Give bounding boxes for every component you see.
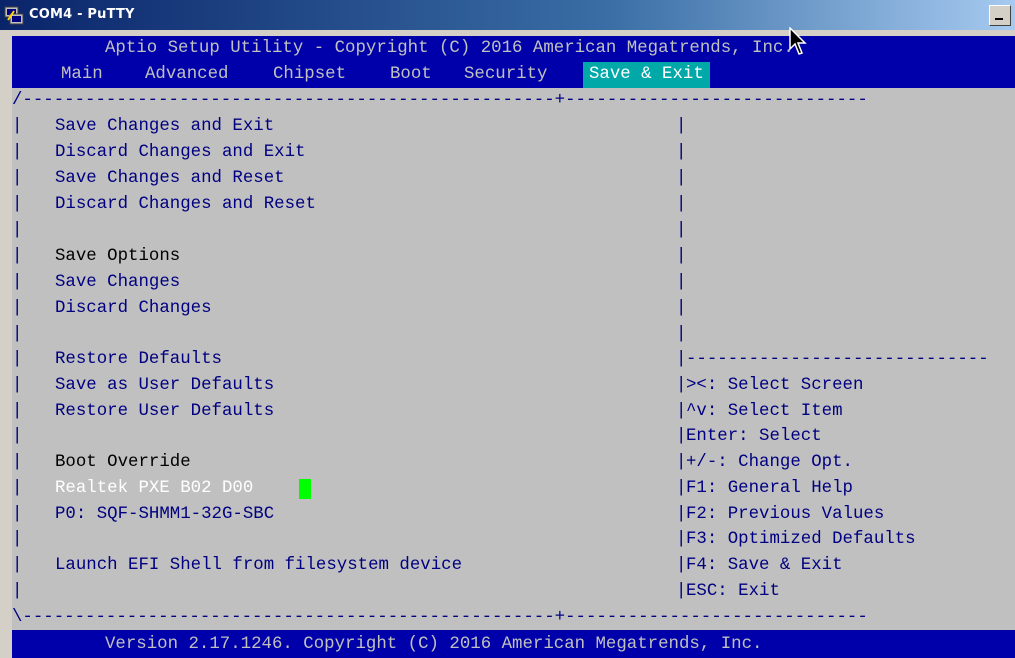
border-middle-bar: | — [676, 582, 687, 601]
terminal-screen[interactable]: Aptio Setup Utility - Copyright (C) 2016… — [12, 36, 1015, 658]
tab-chipset[interactable]: Chipset — [273, 62, 346, 88]
menu-save-changes-exit[interactable]: Save Changes and Exit — [55, 114, 274, 140]
border-left-bar: | — [12, 505, 23, 524]
border-left-bar: | — [12, 453, 23, 472]
tab-main[interactable]: Main — [61, 62, 103, 88]
border-middle-bar: | — [676, 350, 687, 369]
border-left-bar: | — [12, 195, 23, 214]
border-top: /---------------------------------------… — [12, 91, 868, 110]
border-left-bar: | — [12, 479, 23, 498]
tab-save-exit[interactable]: Save & Exit — [583, 62, 710, 88]
help-general-help: F1: General Help — [686, 479, 853, 498]
tab-boot[interactable]: Boot — [390, 62, 432, 88]
border-middle-bar: | — [676, 505, 687, 524]
border-middle-bar: | — [676, 273, 687, 292]
border-middle-bar: | — [676, 325, 687, 344]
bios-footer-text: Version 2.17.1246. Copyright (C) 2016 Am… — [105, 635, 763, 654]
menu-discard-changes-exit[interactable]: Discard Changes and Exit — [55, 140, 305, 166]
help-enter-select: Enter: Select — [686, 427, 822, 446]
border-middle-bar: | — [676, 221, 687, 240]
border-left-bar: | — [12, 556, 23, 575]
menu-discard-changes[interactable]: Discard Changes — [55, 296, 212, 322]
border-middle-bar: | — [676, 169, 687, 188]
border-left-bar: | — [12, 221, 23, 240]
border-middle-bar: | — [676, 453, 687, 472]
help-save-exit: F4: Save & Exit — [686, 556, 843, 575]
menu-discard-changes-reset[interactable]: Discard Changes and Reset — [55, 192, 316, 218]
tab-security[interactable]: Security — [464, 62, 548, 88]
putty-window: COM4 - PuTTY Aptio Setup Utility - Copyr… — [0, 0, 1015, 658]
border-bottom: \---------------------------------------… — [12, 608, 868, 627]
border-middle-bar: | — [676, 556, 687, 575]
title-bar[interactable]: COM4 - PuTTY — [0, 0, 1015, 30]
border-middle-bar: | — [676, 299, 687, 318]
border-middle-bar: | — [676, 117, 687, 136]
help-select-screen: ><: Select Screen — [686, 376, 864, 395]
minimize-button[interactable] — [989, 5, 1011, 26]
border-left-bar: | — [12, 247, 23, 266]
menu-save-changes-reset[interactable]: Save Changes and Reset — [55, 166, 285, 192]
help-esc-exit: ESC: Exit — [686, 582, 780, 601]
border-left-bar: | — [12, 427, 23, 446]
bios-header-title: Aptio Setup Utility - Copyright (C) 2016… — [105, 39, 794, 58]
border-middle-bar: | — [676, 427, 687, 446]
border-left-bar: | — [12, 376, 23, 395]
border-left-bar: | — [12, 350, 23, 369]
border-left-bar: | — [12, 325, 23, 344]
tab-advanced[interactable]: Advanced — [145, 62, 229, 88]
border-left-bar: | — [12, 143, 23, 162]
mouse-pointer-icon — [789, 27, 807, 55]
border-left-bar: | — [12, 117, 23, 136]
border-middle-bar: | — [676, 143, 687, 162]
border-middle-bar: | — [676, 247, 687, 266]
help-change-opt: +/-: Change Opt. — [686, 453, 853, 472]
help-select-item: ^v: Select Item — [686, 402, 843, 421]
border-middle-bar: | — [676, 530, 687, 549]
border-left-bar: | — [12, 402, 23, 421]
help-previous-values: F2: Previous Values — [686, 505, 885, 524]
border-left-bar: | — [12, 169, 23, 188]
border-left-bar: | — [12, 299, 23, 318]
border-middle-bar: | — [676, 376, 687, 395]
save-options-heading: Save Options — [55, 247, 181, 266]
border-middle-bar: | — [676, 195, 687, 214]
help-divider: ----------------------------- — [686, 350, 989, 369]
border-left-bar: | — [12, 273, 23, 292]
border-left-bar: | — [12, 530, 23, 549]
window-title: COM4 - PuTTY — [29, 7, 135, 22]
border-middle-bar: | — [676, 402, 687, 421]
border-left-bar: | — [12, 582, 23, 601]
bios-tab-bar: Main Advanced Chipset Boot Security Save… — [12, 62, 1015, 88]
border-middle-bar: | — [676, 479, 687, 498]
menu-save-changes[interactable]: Save Changes — [55, 270, 180, 296]
help-optimized-defaults: F3: Optimized Defaults — [686, 530, 916, 549]
putty-icon — [4, 6, 24, 25]
